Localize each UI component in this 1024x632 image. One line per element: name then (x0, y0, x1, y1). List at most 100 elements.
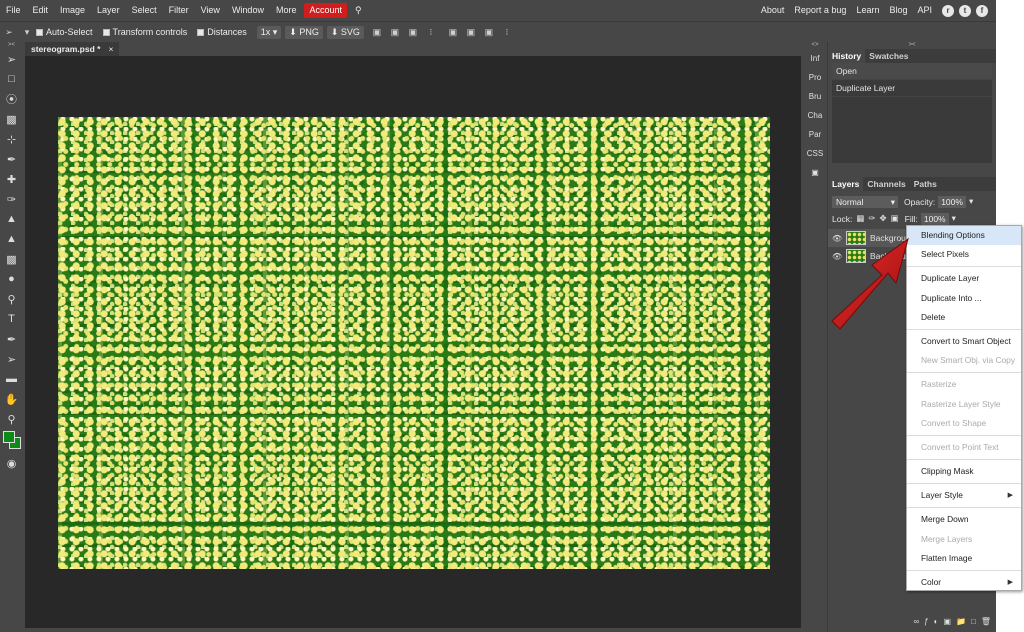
chevron-down-icon[interactable]: ▾ (22, 27, 32, 37)
menu-item-color[interactable]: Color ▶ (907, 573, 1021, 592)
lock-transparent-icon[interactable]: ▦ (856, 213, 864, 224)
quick-select-tool-icon[interactable]: ▩ (0, 109, 23, 129)
history-item[interactable]: Open (832, 63, 992, 80)
menu-filter[interactable]: Filter (163, 0, 195, 21)
menu-more[interactable]: More (270, 0, 303, 21)
adjustment-layer-icon[interactable]: ◐ (934, 617, 939, 626)
facebook-icon[interactable]: f (976, 4, 988, 17)
crop-tool-icon[interactable]: ⊹ (0, 129, 23, 149)
strip-collapse-icon[interactable]: <> (803, 42, 827, 49)
menu-layer[interactable]: Layer (91, 0, 126, 21)
brush-tool-icon[interactable]: ✑ (0, 189, 23, 209)
align-right-icon[interactable]: ▣ (484, 27, 494, 37)
strip-properties[interactable]: Pro (803, 68, 827, 87)
menu-item-convert-smart-object[interactable]: Convert to Smart Object (907, 332, 1021, 351)
tab-swatches[interactable]: Swatches (865, 49, 912, 63)
auto-select-option[interactable]: Auto-Select (36, 27, 93, 37)
gradient-tool-icon[interactable]: ▩ (0, 249, 23, 269)
link-report-bug[interactable]: Report a bug (789, 0, 851, 21)
menu-file[interactable]: File (0, 0, 27, 21)
align-middle-icon[interactable]: ▣ (390, 27, 400, 37)
distribute-icon[interactable]: ⁝ (426, 27, 436, 37)
eyedropper-tool-icon[interactable]: ✒ (0, 149, 23, 169)
quick-mask-icon[interactable]: ◉ (0, 453, 23, 473)
menu-view[interactable]: View (195, 0, 226, 21)
tab-history[interactable]: History (828, 49, 866, 63)
stereogram-image[interactable] (58, 117, 770, 569)
link-learn[interactable]: Learn (851, 0, 884, 21)
dodge-tool-icon[interactable]: ⚲ (0, 289, 23, 309)
export-svg-button[interactable]: ⬇ SVG (326, 25, 364, 39)
zoom-tool-icon[interactable]: ⚲ (0, 409, 23, 429)
menu-item-clipping-mask[interactable]: Clipping Mask (907, 462, 1021, 481)
lasso-tool-icon[interactable]: ⦿ (0, 89, 23, 109)
opacity-input[interactable]: 100% (938, 195, 966, 208)
distances-checkbox[interactable] (197, 28, 205, 36)
new-layer-icon[interactable]: □ (971, 617, 976, 626)
link-layers-icon[interactable]: ∞ (913, 617, 919, 626)
document-tab[interactable]: stereogram.psd * × (25, 42, 120, 56)
menu-item-merge-down[interactable]: Merge Down (907, 510, 1021, 529)
link-blog[interactable]: Blog (884, 0, 912, 21)
menu-item-select-pixels[interactable]: Select Pixels (907, 245, 1021, 264)
menu-image[interactable]: Image (54, 0, 91, 21)
distribute-h-icon[interactable]: ⁝ (502, 27, 512, 37)
zoom-select[interactable]: 1x ▾ (256, 25, 282, 39)
transform-controls-checkbox[interactable] (102, 28, 110, 36)
menu-item-layer-style[interactable]: Layer Style ▶ (907, 486, 1021, 505)
blend-mode-select[interactable]: Normal (832, 195, 898, 208)
hand-tool-icon[interactable]: ✋ (0, 389, 23, 409)
menu-item-delete[interactable]: Delete (907, 308, 1021, 327)
menu-select[interactable]: Select (126, 0, 163, 21)
menu-item-duplicate-into[interactable]: Duplicate Into ... (907, 289, 1021, 308)
strip-character[interactable]: Cha (803, 106, 827, 125)
transform-controls-option[interactable]: Transform controls (102, 27, 187, 37)
healing-tool-icon[interactable]: ✚ (0, 169, 23, 189)
export-png-button[interactable]: ⬇ PNG (285, 25, 323, 39)
blur-tool-icon[interactable]: ● (0, 269, 23, 289)
menu-window[interactable]: Window (226, 0, 270, 21)
collapse-icon[interactable]: >< (0, 42, 23, 49)
menu-item-flatten-image[interactable]: Flatten Image (907, 549, 1021, 568)
layer-mask-icon[interactable]: ▣ (943, 617, 951, 626)
clone-stamp-tool-icon[interactable]: ▲ (0, 209, 23, 229)
menu-edit[interactable]: Edit (27, 0, 55, 21)
color-swatches[interactable] (0, 429, 23, 453)
tab-channels[interactable]: Channels (863, 177, 909, 191)
lock-move-icon[interactable]: ✥ (879, 213, 886, 224)
pen-tool-icon[interactable]: ✒ (0, 329, 23, 349)
reddit-icon[interactable]: r (942, 4, 954, 17)
align-top-icon[interactable]: ▣ (372, 27, 382, 37)
image-icon[interactable]: ▣ (803, 163, 827, 182)
twitter-icon[interactable]: t (959, 4, 971, 17)
foreground-color-swatch[interactable] (3, 431, 15, 443)
menu-account[interactable]: Account (304, 3, 347, 18)
lock-brush-icon[interactable]: ✑ (868, 213, 875, 224)
strip-paragraph[interactable]: Par (803, 125, 827, 144)
menu-item-duplicate-layer[interactable]: Duplicate Layer (907, 269, 1021, 288)
opacity-dropdown-icon[interactable]: ▾ (969, 196, 973, 207)
eraser-tool-icon[interactable]: ▲ (0, 229, 23, 249)
move-tool-icon[interactable]: ➢ (4, 27, 14, 37)
new-group-icon[interactable]: 📁 (956, 617, 966, 626)
panel-collapse-icon[interactable]: >< (828, 42, 996, 49)
strip-info[interactable]: Inf (803, 49, 827, 68)
strip-brush[interactable]: Bru (803, 87, 827, 106)
align-left-icon[interactable]: ▣ (448, 27, 458, 37)
canvas-area[interactable] (25, 56, 801, 628)
fill-input[interactable]: 100% (920, 212, 949, 225)
delete-layer-icon[interactable]: 🗑 (981, 617, 991, 626)
link-api[interactable]: API (912, 0, 937, 21)
fill-dropdown-icon[interactable]: ▾ (952, 213, 956, 224)
history-item[interactable]: Duplicate Layer (832, 80, 992, 97)
search-icon[interactable]: ⚲ (349, 0, 368, 21)
layer-effects-icon[interactable]: ƒ (924, 617, 928, 626)
move-tool-icon[interactable]: ➢ (0, 49, 23, 69)
tab-paths[interactable]: Paths (910, 177, 941, 191)
auto-select-checkbox[interactable] (36, 28, 43, 36)
shape-tool-icon[interactable]: ▬ (0, 369, 23, 389)
align-center-icon[interactable]: ▣ (466, 27, 476, 37)
distances-option[interactable]: Distances (197, 27, 247, 37)
type-tool-icon[interactable]: T (0, 309, 23, 329)
menu-item-blending-options[interactable]: Blending Options (907, 226, 1021, 246)
